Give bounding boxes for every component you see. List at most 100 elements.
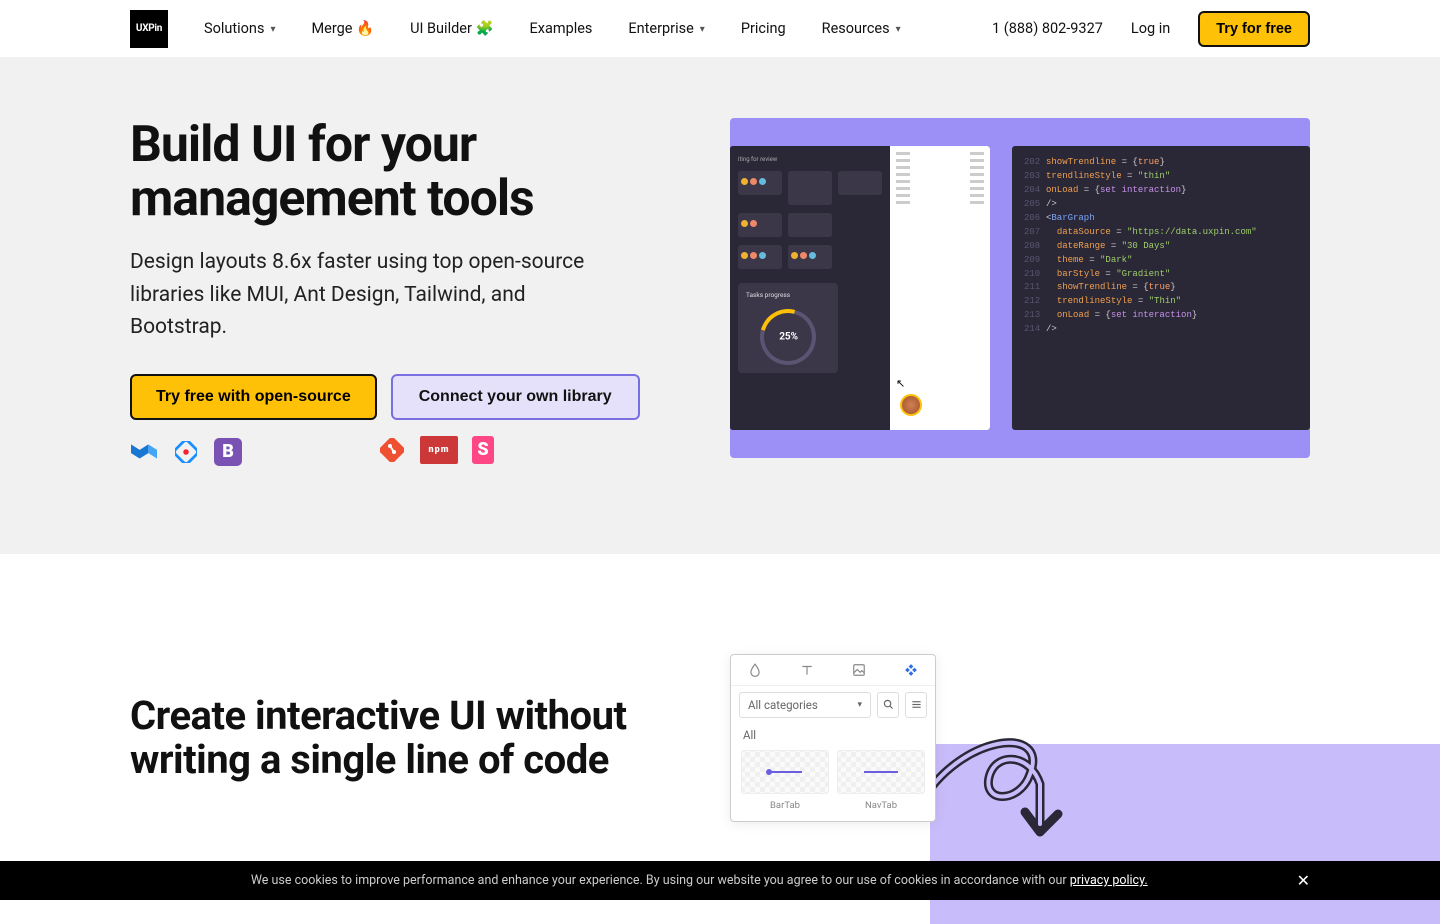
nav-label: Examples [530, 20, 593, 37]
code-line: 203trendlineStyle = "thin" [1024, 170, 1298, 184]
panel-search-row: All categories ▾ [731, 686, 935, 724]
collab-avatar [900, 394, 922, 416]
illustration-code-window: 202showTrendline = {true} 203trendlineSt… [1012, 146, 1310, 430]
component-thumbnail [741, 750, 829, 794]
library-icons-group-2: npm S [378, 436, 690, 464]
hero-ctas: Try free with open-source Connect your o… [130, 374, 690, 420]
top-nav: UXPin Solutions ▾ Merge 🔥 UI Builder 🧩 E… [0, 0, 1440, 58]
nav-item-solutions[interactable]: Solutions ▾ [204, 20, 275, 37]
npm-icon: npm [420, 436, 458, 464]
progress-card-title: Tasks progress [746, 291, 830, 299]
section2-title: Create interactive UI without writing a … [130, 694, 690, 784]
kanban-card [738, 171, 782, 195]
chevron-down-icon: ▾ [270, 24, 275, 35]
code-line: 214/> [1024, 323, 1298, 337]
nav-label: Merge 🔥 [311, 20, 374, 37]
nav-item-resources[interactable]: Resources ▾ [822, 20, 901, 37]
panel-all-label: All [731, 724, 935, 750]
cookie-text: We use cookies to improve performance an… [251, 873, 1070, 888]
list-view-button[interactable] [905, 692, 927, 718]
hero-section: Build UI for your management tools Desig… [0, 58, 1440, 554]
nav-right: 1 (888) 802-9327 Log in Try for free [992, 11, 1310, 47]
nav-item-pricing[interactable]: Pricing [741, 20, 786, 37]
kanban-card [738, 213, 782, 237]
code-line: 207 dataSource = "https://data.uxpin.com… [1024, 226, 1298, 240]
hero-illustration: iting for review Tasks progress [730, 118, 1310, 458]
illustration-dark-panel: iting for review Tasks progress [730, 146, 890, 430]
code-line: 211 showTrendline = {true} [1024, 281, 1298, 295]
try-for-free-button[interactable]: Try for free [1198, 11, 1310, 47]
components-panel: All categories ▾ All BarTab NavTab [730, 654, 936, 822]
search-button[interactable] [877, 692, 899, 718]
code-line: 205/> [1024, 198, 1298, 212]
chevron-down-icon: ▾ [700, 24, 705, 35]
illustration-light-panel: ↖ [890, 146, 990, 430]
code-line: 206<BarGraph [1024, 212, 1298, 226]
code-line: 210 barStyle = "Gradient" [1024, 268, 1298, 282]
panel-components: BarTab NavTab [731, 750, 935, 821]
antd-icon [172, 438, 200, 466]
component-bartab[interactable]: BarTab [741, 750, 829, 811]
component-label: BarTab [741, 800, 829, 811]
section2-illustration: All categories ▾ All BarTab NavTab [730, 664, 1310, 864]
panel-tabs [731, 655, 935, 686]
component-label: NavTab [837, 800, 925, 811]
kanban-row [738, 245, 882, 269]
hero-copy: Build UI for your management tools Desig… [130, 118, 690, 464]
privacy-policy-link[interactable]: privacy policy. [1070, 873, 1148, 888]
kanban-card [788, 245, 832, 269]
cursor-icon: ↖ [896, 377, 905, 390]
cookie-banner: We use cookies to improve performance an… [0, 861, 1440, 900]
kanban-row [738, 213, 882, 237]
nav-item-merge[interactable]: Merge 🔥 [311, 20, 374, 37]
mui-icon [130, 438, 158, 466]
component-navtab[interactable]: NavTab [837, 750, 925, 811]
nav-item-ui-builder[interactable]: UI Builder 🧩 [410, 20, 493, 37]
storybook-icon: S [472, 436, 494, 464]
kanban-row [738, 171, 882, 205]
code-line: 208 dateRange = "30 Days" [1024, 240, 1298, 254]
nav-item-examples[interactable]: Examples [530, 20, 593, 37]
try-free-open-source-button[interactable]: Try free with open-source [130, 374, 377, 420]
code-line: 209 theme = "Dark" [1024, 254, 1298, 268]
phone-number[interactable]: 1 (888) 802-9327 [992, 20, 1103, 37]
code-line: 213 onLoad = {set interaction} [1024, 309, 1298, 323]
nav-label: Resources [822, 20, 890, 37]
nav-item-enterprise[interactable]: Enterprise ▾ [628, 20, 704, 37]
drop-icon[interactable] [748, 663, 762, 677]
brand-logo-text: UXPin [136, 23, 162, 34]
text-icon[interactable] [800, 663, 814, 677]
hero-title-line1: Build UI for your [130, 116, 476, 174]
chevron-down-icon: ▾ [857, 700, 862, 710]
git-icon [378, 436, 406, 464]
category-select-label: All categories [748, 698, 818, 712]
hero-title: Build UI for your management tools [130, 118, 690, 226]
components-icon[interactable] [904, 663, 918, 677]
code-line: 202showTrendline = {true} [1024, 156, 1298, 170]
interactive-ui-section: Create interactive UI without writing a … [0, 554, 1440, 864]
nav-label: UI Builder 🧩 [410, 20, 493, 37]
progress-card: Tasks progress 25% [738, 283, 838, 373]
brand-logo[interactable]: UXPin [130, 10, 168, 48]
component-thumbnail [837, 750, 925, 794]
nav-label: Enterprise [628, 20, 693, 37]
kanban-header: iting for review [738, 156, 882, 163]
image-icon[interactable] [852, 663, 866, 677]
category-select[interactable]: All categories ▾ [739, 692, 871, 718]
progress-donut: 25% [750, 299, 826, 375]
close-icon[interactable]: ✕ [1297, 871, 1310, 890]
login-link[interactable]: Log in [1131, 20, 1170, 37]
hero-subtitle: Design layouts 8.6x faster using top ope… [130, 246, 620, 344]
chevron-down-icon: ▾ [896, 24, 901, 35]
kanban-card [838, 171, 882, 195]
kanban-card [788, 213, 832, 237]
connect-library-button[interactable]: Connect your own library [391, 374, 640, 420]
bootstrap-icon: B [214, 438, 242, 466]
nav-label: Solutions [204, 20, 264, 37]
progress-pct: 25% [779, 332, 798, 343]
code-line: 204onLoad = {set interaction} [1024, 184, 1298, 198]
kanban-card [788, 171, 832, 205]
kanban-card [738, 245, 782, 269]
nav-label: Pricing [741, 20, 786, 37]
illustration-app-window: iting for review Tasks progress [730, 146, 990, 430]
